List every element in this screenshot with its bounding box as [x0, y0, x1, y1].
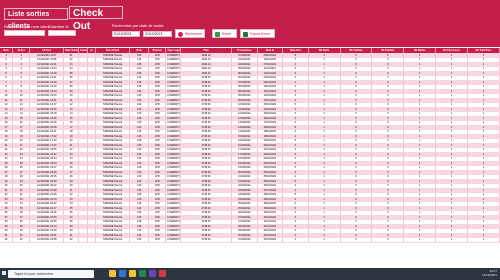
windows-taskbar: Tapez ici pour rechercher 13:47 12/12/20… — [0, 268, 500, 280]
excel-icon — [243, 31, 248, 37]
table-cell: 1 — [308, 237, 341, 243]
table-cell: 42 — [12, 237, 31, 243]
top-toolbar: Liste sorties clients Check Out Recherch… — [0, 0, 500, 47]
table-cell: 0 — [371, 237, 405, 243]
file-explorer-icon[interactable] — [109, 270, 116, 277]
check-out-button[interactable]: Check Out — [69, 6, 123, 32]
date-to-input[interactable]: 31/10/2021 — [143, 31, 172, 37]
sorties-table-container: NumId SorIdt SortDate SortieChambIdNom C… — [0, 48, 500, 268]
reset-button-label: Reset — [221, 32, 232, 36]
table-cell: 0 — [340, 237, 373, 243]
export-excel-label: Export Excel — [249, 32, 270, 36]
date-search-label: Recherche par date de sortie — [112, 23, 164, 28]
table-cell: 1 — [467, 237, 500, 243]
table-cell: LIVARMOY PETIT DEJEUNER — [165, 237, 182, 243]
clock-date: 12/12/2021 — [481, 273, 497, 277]
checkout-app: Liste sorties clients Check Out Recherch… — [0, 0, 500, 268]
table-cell: 1 — [403, 237, 437, 243]
table-cell: 31/10/2021 — [231, 237, 258, 243]
visual-studio-icon[interactable] — [149, 270, 156, 277]
search-button[interactable]: Recherche — [175, 29, 205, 38]
windows-icon[interactable] — [2, 271, 6, 275]
table-cell: 1 — [435, 237, 468, 243]
table-cell: 31/10/2021 — [257, 237, 284, 243]
client-search-input[interactable] — [4, 30, 45, 36]
search-icon — [178, 31, 183, 37]
search-button-label: Recherche — [184, 32, 202, 36]
table-cell: 1 — [282, 237, 309, 243]
folder-icon[interactable] — [129, 270, 136, 277]
table-row[interactable]: 42 42 12/12/2021 23:58 42 SORANE Hamza 130 LPD… — [0, 237, 500, 243]
chamber-input[interactable] — [48, 30, 76, 36]
reset-button[interactable]: Reset — [212, 29, 237, 38]
table-cell: 12/12/2021 23:58 — [29, 237, 65, 243]
export-excel-button[interactable]: Export Excel — [240, 29, 275, 38]
date-from-input[interactable]: 01/10/2021 — [112, 31, 140, 37]
excel-app-icon[interactable] — [139, 270, 146, 277]
table-cell: 2738.40 — [180, 237, 233, 243]
app-icon[interactable] — [159, 270, 166, 277]
sorties-table: NumId SorIdt SortDate SortieChambIdNom C… — [0, 48, 500, 243]
edge-icon[interactable] — [119, 270, 126, 277]
system-tray: 13:47 12/12/2021 — [482, 269, 497, 277]
table-cell — [87, 237, 97, 243]
table-cell: SORANE Hamza — [95, 237, 131, 243]
table-cell: 42 — [63, 237, 80, 243]
client-search-label: Recherche par nom client — [4, 24, 50, 29]
chamber-label: Chambre N — [48, 24, 69, 29]
table-cell: LPD — [148, 237, 167, 243]
table-cell — [78, 237, 88, 243]
table-cell: 42 — [0, 237, 14, 243]
table-cell: 130 — [129, 237, 150, 243]
taskbar-search[interactable]: Tapez ici pour rechercher — [8, 270, 94, 278]
list-sorties-button[interactable]: Liste sorties clients — [4, 8, 68, 30]
reset-icon — [215, 31, 220, 37]
